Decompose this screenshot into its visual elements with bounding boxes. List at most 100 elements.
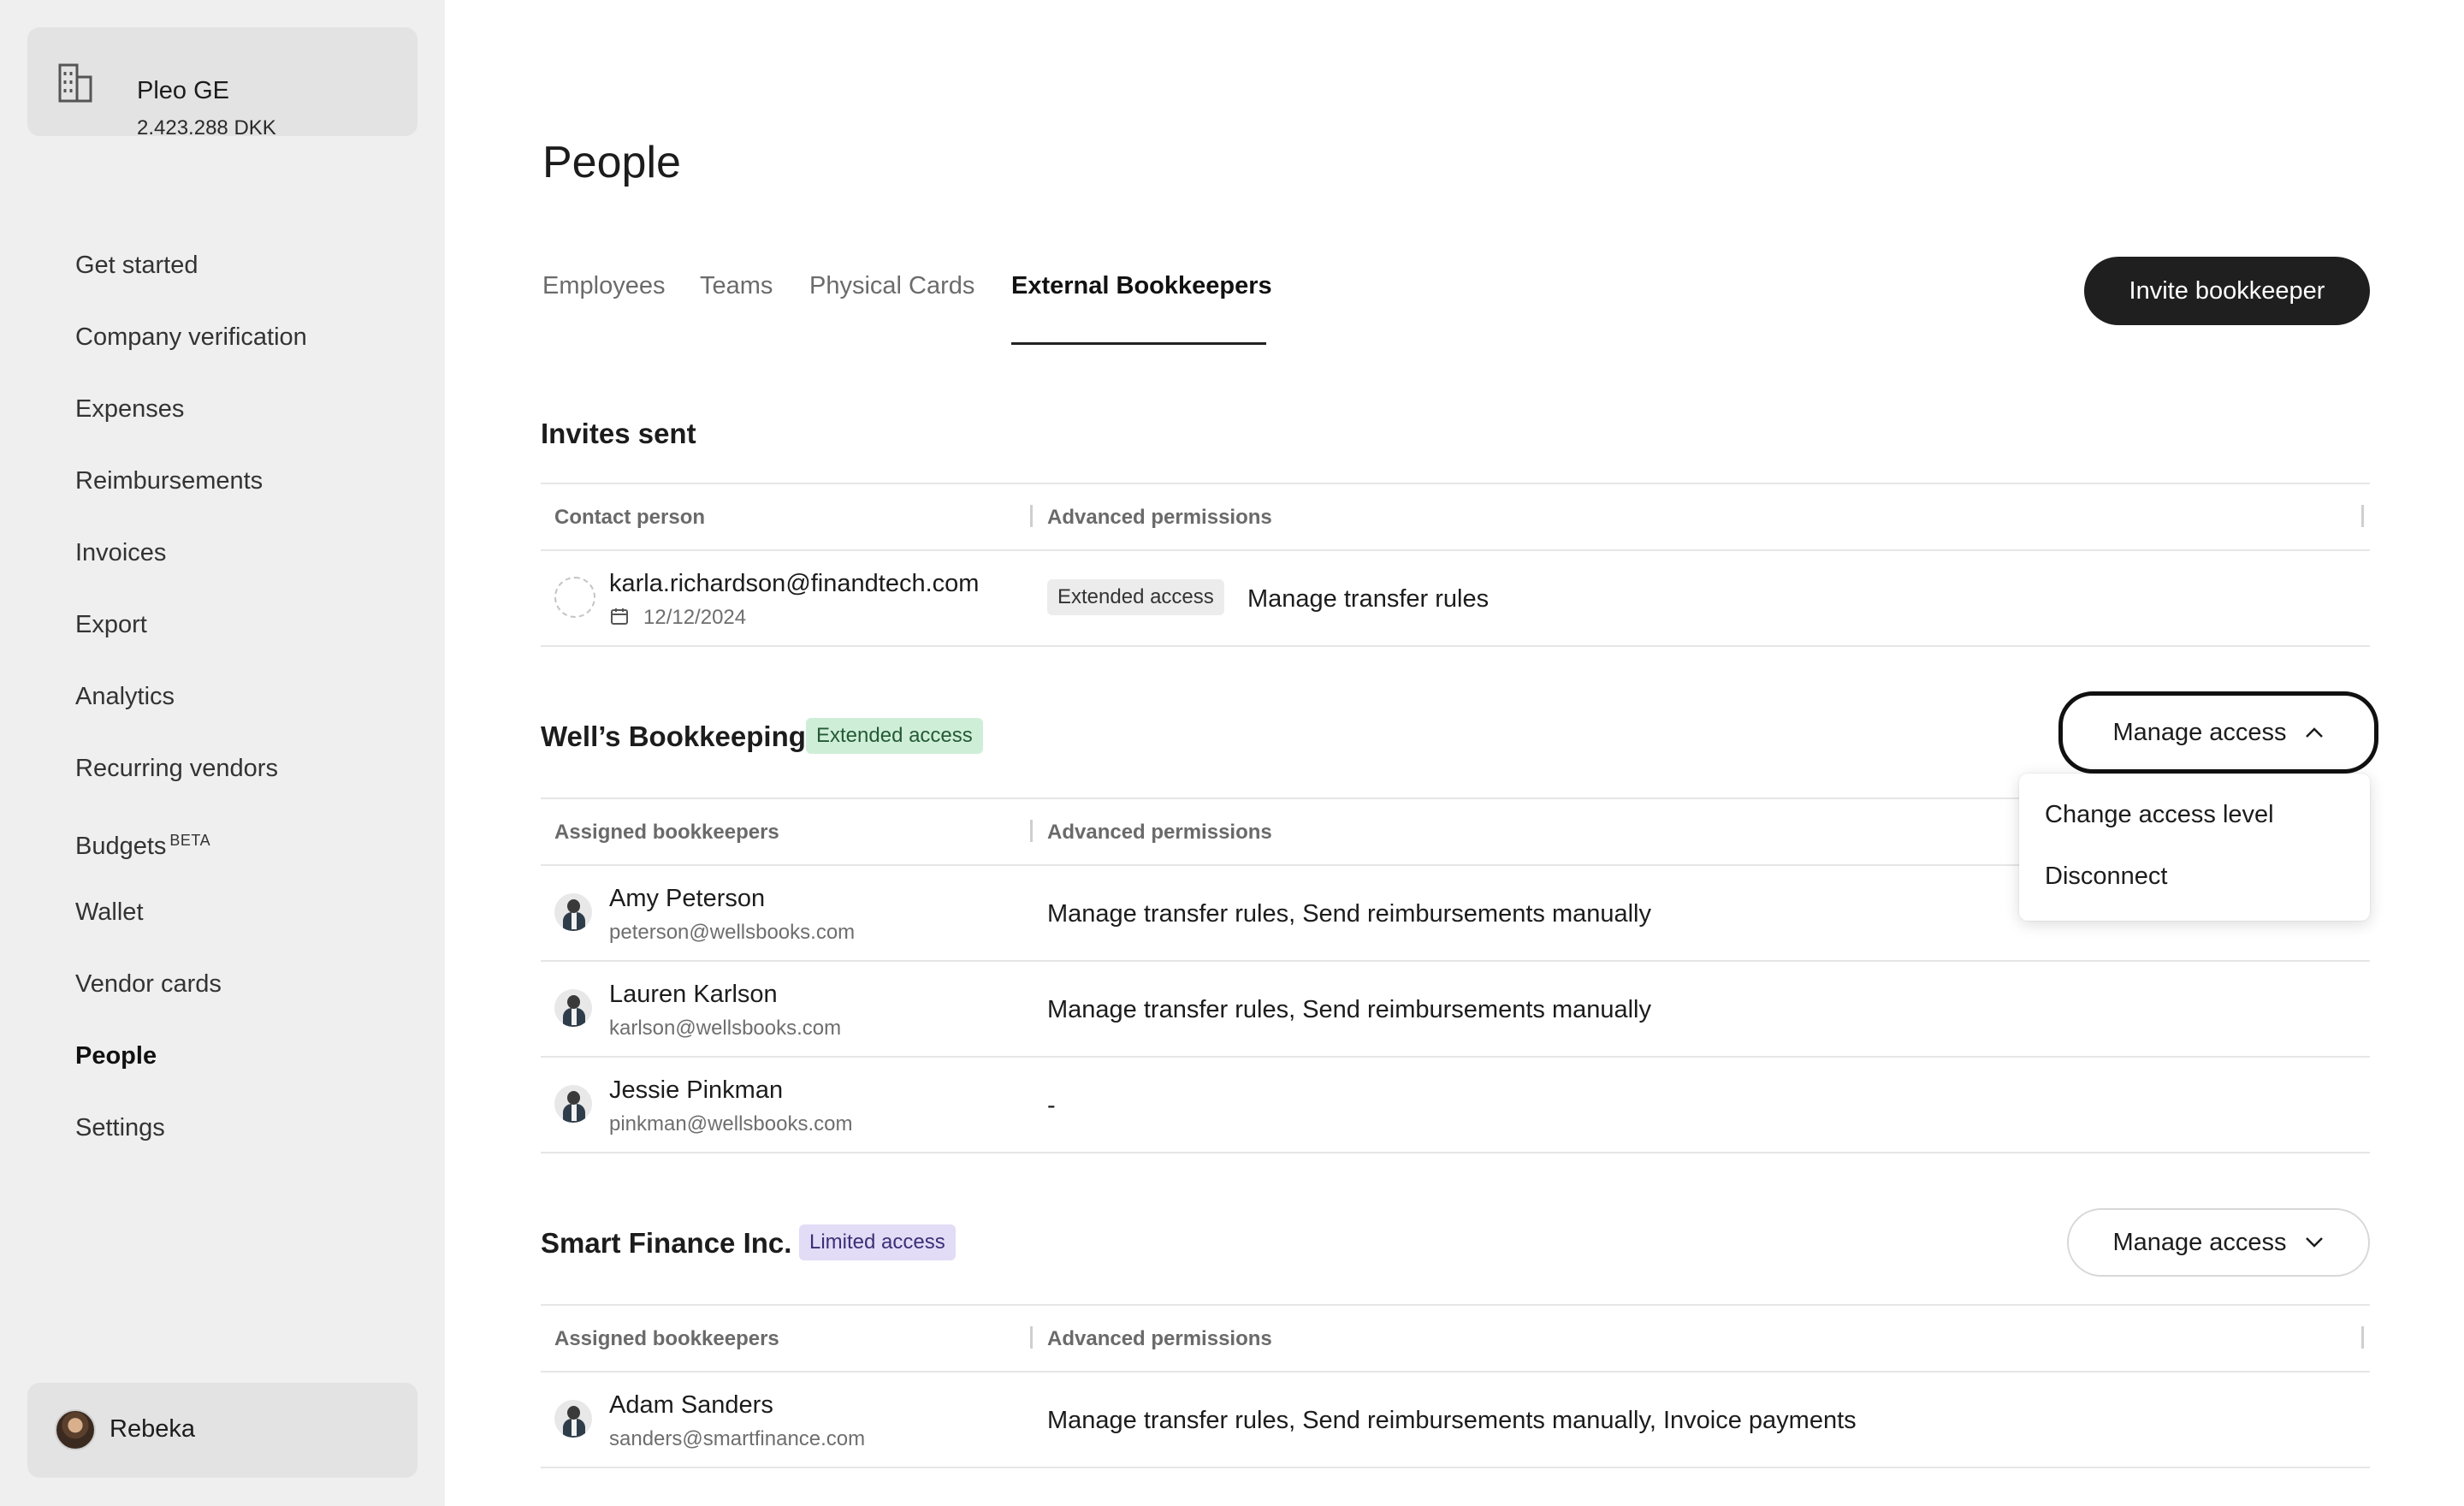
- column-divider: [2361, 505, 2364, 527]
- tab-external-bookkeepers[interactable]: External Bookkeepers: [1011, 272, 1272, 300]
- pending-avatar: [554, 577, 595, 618]
- column-header-permissions: Advanced permissions: [1047, 506, 1272, 529]
- sidebar-item-expenses[interactable]: Expenses: [75, 392, 307, 464]
- divider: [541, 1371, 2370, 1373]
- divider: [541, 960, 2370, 962]
- permissions-text: Manage transfer rules: [1247, 585, 1490, 613]
- sidebar-item-label: Settings: [75, 1114, 165, 1141]
- sidebar-item-budgets[interactable]: Budgets BETA: [75, 823, 307, 895]
- sidebar-nav: Get started Company verification Expense…: [75, 248, 307, 1183]
- section-title-invites: Invites sent: [541, 418, 696, 449]
- sidebar-item-reimbursements[interactable]: Reimbursements: [75, 464, 307, 536]
- divider: [541, 549, 2370, 551]
- manage-access-label: Manage access: [2112, 1228, 2287, 1256]
- building-icon: [58, 63, 92, 103]
- column-divider: [1030, 505, 1033, 527]
- invite-date: 12/12/2024: [643, 606, 747, 629]
- column-divider: [1030, 820, 1033, 842]
- column-header-permissions: Advanced permissions: [1047, 821, 1272, 844]
- company-switcher[interactable]: Pleo GE 2.423.288 DKK: [27, 27, 418, 139]
- permissions-text: Manage transfer rules, Send reimbursemen…: [1047, 996, 1651, 1023]
- sidebar-item-label: Expenses: [75, 395, 185, 423]
- active-tab-indicator: [1011, 342, 1266, 345]
- column-header-assigned: Assigned bookkeepers: [554, 821, 779, 844]
- sidebar-item-label: Analytics: [75, 683, 175, 710]
- sidebar-item-label: Reimbursements: [75, 467, 264, 495]
- avatar: [554, 893, 592, 931]
- user-menu[interactable]: Rebeka: [27, 1383, 418, 1478]
- sidebar-item-wallet[interactable]: Wallet: [75, 895, 307, 967]
- calendar-icon: [611, 608, 628, 625]
- invite-email: karla.richardson@finandtech.com: [609, 570, 980, 597]
- column-divider: [2361, 1326, 2364, 1349]
- column-header-assigned: Assigned bookkeepers: [554, 1327, 779, 1350]
- sidebar: Pleo GE 2.423.288 DKK Get started Compan…: [0, 0, 445, 1506]
- tab-physical-cards[interactable]: Physical Cards: [809, 272, 974, 300]
- bookkeeper-name: Adam Sanders: [609, 1391, 773, 1419]
- divider: [541, 483, 2370, 484]
- company-name: Pleo GE: [137, 77, 229, 104]
- sidebar-item-company-verification[interactable]: Company verification: [75, 320, 307, 392]
- bookkeeper-name: Amy Peterson: [609, 885, 766, 912]
- main-content: People Employees Teams Physical Cards Ex…: [445, 0, 2464, 1506]
- menu-item-change-access-level[interactable]: Change access level: [2045, 801, 2274, 829]
- divider: [541, 645, 2370, 647]
- sidebar-item-people[interactable]: People: [75, 1039, 307, 1111]
- menu-item-disconnect[interactable]: Disconnect: [2045, 863, 2167, 891]
- bookkeeper-email: sanders@smartfinance.com: [609, 1427, 866, 1450]
- chevron-up-icon: [2305, 727, 2323, 738]
- tab-teams[interactable]: Teams: [700, 272, 773, 300]
- sidebar-item-label: Vendor cards: [75, 970, 222, 998]
- sidebar-item-vendor-cards[interactable]: Vendor cards: [75, 967, 307, 1039]
- divider: [541, 1152, 2370, 1153]
- bookkeeper-name: Lauren Karlson: [609, 981, 778, 1008]
- column-divider: [1030, 1326, 1033, 1349]
- beta-badge: BETA: [169, 832, 211, 849]
- manage-access-button[interactable]: Manage access: [2058, 691, 2378, 774]
- avatar: [554, 989, 592, 1027]
- sidebar-item-label: Company verification: [75, 323, 307, 351]
- column-header-permissions: Advanced permissions: [1047, 1327, 1272, 1350]
- sidebar-item-invoices[interactable]: Invoices: [75, 536, 307, 608]
- sidebar-item-analytics[interactable]: Analytics: [75, 679, 307, 751]
- sidebar-item-get-started[interactable]: Get started: [75, 248, 307, 320]
- user-name: Rebeka: [110, 1415, 195, 1443]
- permissions-text: Manage transfer rules, Send reimbursemen…: [1047, 900, 1651, 928]
- permissions-text: Manage transfer rules, Send reimbursemen…: [1047, 1407, 1857, 1434]
- avatar: [55, 1409, 96, 1450]
- invite-bookkeeper-button[interactable]: Invite bookkeeper: [2084, 257, 2370, 325]
- sidebar-item-label: Invoices: [75, 539, 167, 566]
- sidebar-item-label: Wallet: [75, 898, 144, 926]
- tab-employees[interactable]: Employees: [542, 272, 665, 300]
- sidebar-item-export[interactable]: Export: [75, 608, 307, 679]
- divider: [541, 1056, 2370, 1058]
- section-title-wells: Well’s Bookkeeping: [541, 720, 806, 752]
- access-badge: Extended access: [1047, 579, 1224, 615]
- sidebar-item-label: Budgets: [75, 833, 167, 860]
- sidebar-item-label: Export: [75, 611, 147, 638]
- access-badge: Limited access: [799, 1224, 956, 1260]
- manage-access-button[interactable]: Manage access: [2067, 1208, 2370, 1277]
- sidebar-item-recurring-vendors[interactable]: Recurring vendors: [75, 751, 307, 823]
- sidebar-item-settings[interactable]: Settings: [75, 1111, 307, 1183]
- avatar: [554, 1400, 592, 1438]
- bookkeeper-email: peterson@wellsbooks.com: [609, 921, 856, 944]
- section-title-smart-finance: Smart Finance Inc.: [541, 1227, 792, 1259]
- sidebar-item-label: Recurring vendors: [75, 755, 278, 782]
- divider: [541, 1467, 2370, 1468]
- company-balance: 2.423.288 DKK: [137, 116, 276, 139]
- sidebar-item-label: People: [75, 1042, 157, 1070]
- chevron-down-icon: [2305, 1237, 2323, 1248]
- bookkeeper-email: pinkman@wellsbooks.com: [609, 1112, 853, 1135]
- page-title: People: [542, 138, 681, 187]
- sidebar-item-label: Get started: [75, 252, 198, 279]
- access-badge: Extended access: [806, 718, 983, 754]
- column-header-contact: Contact person: [554, 506, 706, 529]
- bookkeeper-name: Jessie Pinkman: [609, 1076, 784, 1104]
- manage-access-label: Manage access: [2112, 718, 2287, 746]
- permissions-text: -: [1047, 1092, 1056, 1119]
- divider: [541, 1304, 2370, 1306]
- avatar: [554, 1085, 592, 1123]
- bookkeeper-email: karlson@wellsbooks.com: [609, 1017, 842, 1040]
- manage-access-menu: Change access level Disconnect: [2019, 774, 2370, 921]
